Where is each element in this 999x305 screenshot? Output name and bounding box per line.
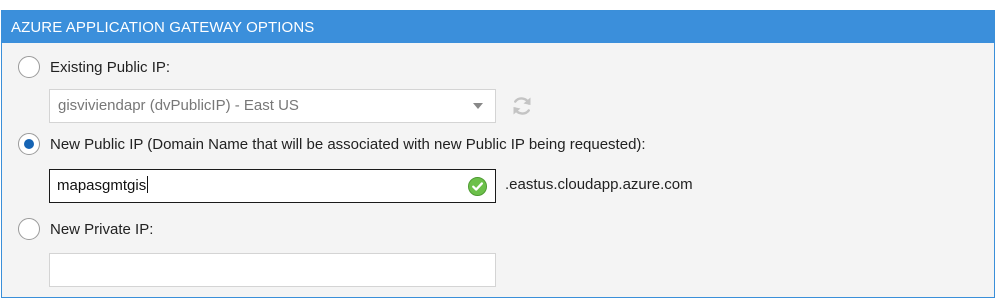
gateway-options-panel: AZURE APPLICATION GATEWAY OPTIONS Existi… [1,10,995,298]
new-public-ip-option[interactable]: New Public IP (Domain Name that will be … [18,132,646,156]
new-private-ip-label: New Private IP: [50,220,154,238]
new-private-ip-radio[interactable] [18,218,40,240]
check-circle-icon [468,177,487,196]
existing-public-ip-radio[interactable] [18,56,40,78]
existing-public-ip-select[interactable]: gisviviendapr (dvPublicIP) - East US [49,89,496,123]
panel-title: AZURE APPLICATION GATEWAY OPTIONS [2,11,994,43]
domain-name-input[interactable]: mapasgmtgis [49,169,496,203]
new-private-ip-option[interactable]: New Private IP: [18,217,153,241]
new-public-ip-label: New Public IP (Domain Name that will be … [50,135,646,153]
existing-public-ip-option[interactable]: Existing Public IP: [18,55,170,79]
chevron-down-icon [473,103,483,109]
domain-name-value: mapasgmtgis [57,177,147,194]
domain-suffix: .eastus.cloudapp.azure.com [505,176,693,193]
private-ip-input[interactable] [49,253,496,287]
new-public-ip-radio[interactable] [18,133,40,155]
refresh-icon[interactable] [510,94,534,118]
existing-public-ip-label: Existing Public IP: [50,58,171,76]
existing-public-ip-selected-value: gisviviendapr (dvPublicIP) - East US [58,97,299,114]
text-caret [147,176,149,193]
